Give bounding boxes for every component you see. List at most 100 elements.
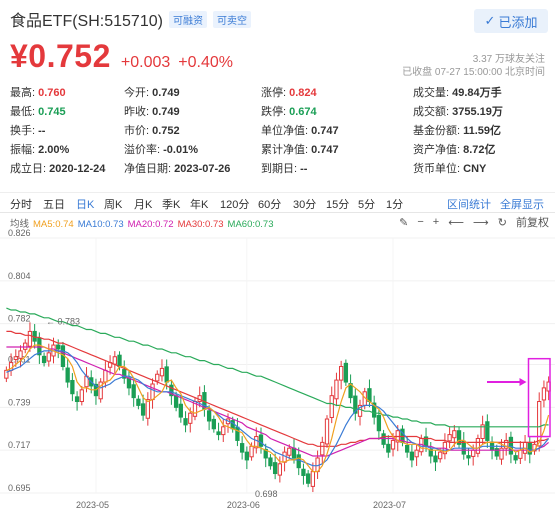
tab-分时[interactable]: 分时 bbox=[10, 196, 32, 212]
tab-1分[interactable]: 1分 bbox=[386, 196, 403, 212]
interval-stats-link[interactable]: 区间统计 bbox=[447, 196, 491, 212]
stat-cell: 累计净值: 0.747 bbox=[261, 141, 413, 157]
candle-body bbox=[159, 367, 165, 377]
candle-body bbox=[475, 437, 481, 454]
candle-body bbox=[367, 388, 372, 403]
price-change-pct: +0.40% bbox=[178, 54, 233, 71]
candle-body bbox=[65, 367, 70, 383]
stat-value: 0.749 bbox=[152, 86, 180, 99]
stat-value: 0.752 bbox=[152, 124, 180, 137]
candle-body bbox=[46, 352, 51, 362]
candle-body bbox=[13, 356, 18, 360]
tab-月K[interactable]: 月K bbox=[134, 196, 152, 212]
candle-body bbox=[136, 398, 141, 406]
tab-周K[interactable]: 周K bbox=[104, 196, 122, 212]
stat-value: CNY bbox=[463, 162, 487, 175]
kline-chart[interactable]: 0.8260.8040.7820.7610.7390.7170.6952023-… bbox=[0, 228, 555, 515]
candle-body bbox=[173, 395, 179, 408]
candle-body bbox=[376, 415, 382, 432]
stat-cell: 换手: -- bbox=[10, 122, 124, 138]
stat-value: -- bbox=[300, 162, 308, 175]
candle-body bbox=[18, 350, 23, 359]
stat-cell: 成立日: 2020-12-24 bbox=[10, 160, 124, 176]
candle-body bbox=[56, 344, 61, 350]
stat-cell: 振幅: 2.00% bbox=[10, 141, 124, 157]
candle-body bbox=[306, 473, 311, 484]
stat-cell: 最高: 0.760 bbox=[10, 84, 124, 100]
tab-5分[interactable]: 5分 bbox=[358, 196, 375, 212]
candle-body bbox=[272, 462, 278, 475]
stats-row: 成立日: 2020-12-24 净值日期: 2023-07-26 到期日: -- 货币… bbox=[10, 158, 550, 177]
stat-label: 单位净值: bbox=[261, 124, 312, 137]
watchlist-button[interactable]: ✓ 已添加 bbox=[474, 9, 548, 33]
tab-五日[interactable]: 五日 bbox=[43, 196, 65, 212]
stat-label: 市价: bbox=[124, 124, 153, 137]
stats-row: 振幅: 2.00% 溢价率: -0.01% 累计净值: 0.747 资产净值: 8.7… bbox=[10, 139, 550, 158]
stat-value: 0.747 bbox=[311, 124, 339, 137]
candle-body bbox=[131, 384, 136, 399]
y-tick-label: 0.782 bbox=[8, 314, 31, 324]
forward-icon[interactable]: ⟶ bbox=[473, 216, 489, 229]
candle-body bbox=[291, 447, 297, 459]
stat-value: 49.84万手 bbox=[452, 86, 502, 99]
stat-cell: 成交额: 3755.19万 bbox=[413, 103, 550, 119]
x-tick-label: 2023-07 bbox=[373, 500, 406, 510]
high-annotation: ← 0.783 bbox=[46, 317, 80, 327]
tab-季K[interactable]: 季K bbox=[162, 196, 180, 212]
candle-body bbox=[324, 418, 330, 445]
stat-cell: 到期日: -- bbox=[261, 160, 413, 176]
candle-body bbox=[334, 379, 339, 400]
stat-value: 0.747 bbox=[311, 143, 339, 156]
candle-body bbox=[74, 396, 80, 403]
refresh-icon[interactable]: ↻ bbox=[498, 216, 507, 229]
back-icon[interactable]: ⟵ bbox=[448, 216, 464, 229]
candle-body bbox=[541, 387, 547, 401]
candle-body bbox=[310, 471, 316, 487]
candle-body bbox=[235, 426, 240, 441]
price-change: +0.003 bbox=[120, 54, 171, 71]
stat-cell: 净值日期: 2023-07-26 bbox=[124, 160, 261, 176]
candle-body bbox=[433, 455, 438, 463]
current-price: ¥0.752 bbox=[10, 38, 111, 74]
fullscreen-link[interactable]: 全屏显示 bbox=[500, 196, 544, 212]
ma10-line bbox=[6, 350, 550, 467]
stat-value: -0.01% bbox=[163, 143, 198, 156]
stat-cell: 最低: 0.745 bbox=[10, 103, 124, 119]
stat-value: 2020-12-24 bbox=[49, 162, 106, 175]
candle-body bbox=[126, 377, 132, 389]
ma20-line bbox=[6, 346, 549, 457]
tab-年K[interactable]: 年K bbox=[190, 196, 208, 212]
candle-body bbox=[390, 439, 396, 450]
market-status: 已收盘 07-27 15:00:00 北京时间 bbox=[402, 67, 545, 78]
stat-label: 到期日: bbox=[261, 162, 301, 175]
candle-body bbox=[258, 434, 264, 447]
stat-label: 换手: bbox=[10, 124, 39, 137]
tab-60分[interactable]: 60分 bbox=[258, 196, 281, 212]
x-tick-label: 2023-06 bbox=[227, 500, 260, 510]
y-tick-label: 0.739 bbox=[8, 397, 31, 407]
stat-value: 0.749 bbox=[152, 105, 180, 118]
stat-cell: 货币单位: CNY bbox=[413, 160, 550, 176]
candle-body bbox=[216, 431, 221, 436]
tab-日K[interactable]: 日K bbox=[76, 196, 94, 212]
candle-body bbox=[386, 443, 391, 453]
stat-label: 振幅: bbox=[10, 143, 39, 156]
tab-30分[interactable]: 30分 bbox=[293, 196, 316, 212]
candle-body bbox=[287, 447, 292, 456]
minus-icon[interactable]: − bbox=[417, 216, 423, 228]
stat-value: 0.745 bbox=[38, 105, 66, 118]
highlight-arrow-head bbox=[519, 378, 527, 387]
candle-body bbox=[513, 455, 518, 461]
drawing-icon[interactable]: ✎ bbox=[399, 216, 408, 229]
ma60-line bbox=[6, 307, 549, 428]
plus-icon[interactable]: + bbox=[433, 216, 439, 228]
y-tick-label: 0.826 bbox=[8, 228, 31, 238]
candle-body bbox=[329, 395, 334, 418]
tab-120分[interactable]: 120分 bbox=[220, 196, 249, 212]
stat-label: 涨停: bbox=[261, 86, 290, 99]
tab-15分[interactable]: 15分 bbox=[326, 196, 349, 212]
candle-body bbox=[277, 463, 283, 476]
candle-body bbox=[320, 441, 325, 456]
stat-label: 最低: bbox=[10, 105, 39, 118]
stat-value: 3755.19万 bbox=[452, 105, 503, 118]
